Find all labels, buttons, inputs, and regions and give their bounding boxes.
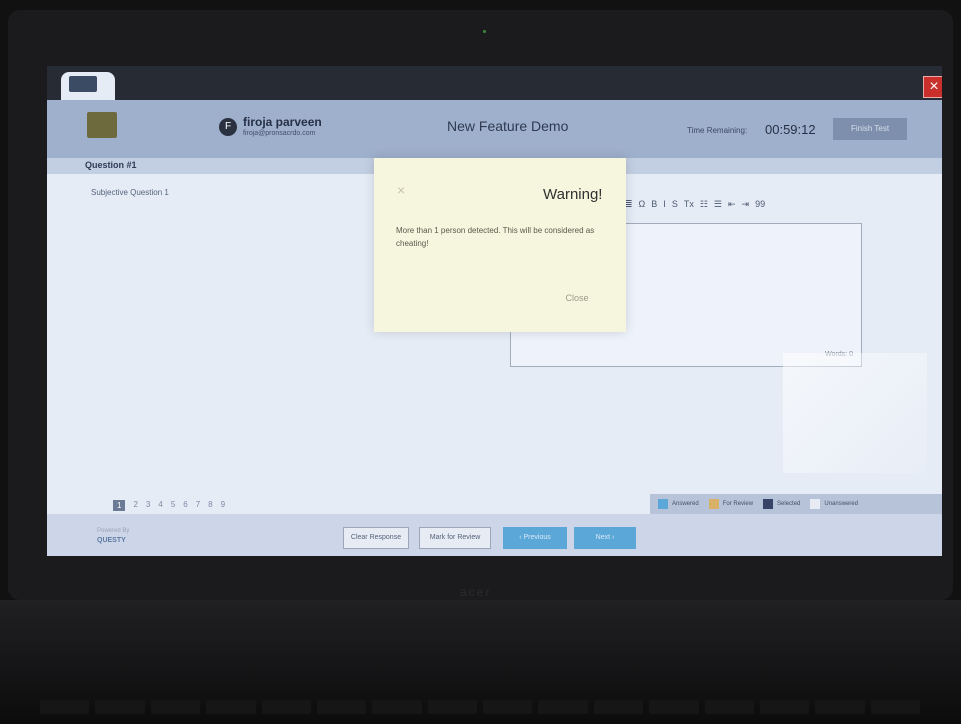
user-name: firoja parveen <box>243 115 322 129</box>
legend-swatch <box>810 499 821 509</box>
browser-tab[interactable] <box>61 72 115 100</box>
previous-button[interactable]: ‹ Previous <box>503 527 567 549</box>
question-navigation: 123456789 <box>113 500 225 511</box>
app-header: F firoja parveen firoja@pronsacrdo.com N… <box>47 100 942 158</box>
time-remaining-label: Time Remaining: <box>687 126 748 135</box>
editor-tool-icon[interactable]: ☷ <box>700 199 708 210</box>
question-nav-item[interactable]: 3 <box>146 500 150 511</box>
editor-tool-icon[interactable]: ⇥ <box>742 199 750 210</box>
question-nav-item[interactable]: 7 <box>196 500 200 511</box>
legend-label: For Review <box>722 501 754 507</box>
editor-tool-icon[interactable]: ☰ <box>714 199 722 210</box>
user-email: firoja@pronsacrdo.com <box>243 130 316 137</box>
editor-tool-icon[interactable]: ⇤ <box>728 199 736 210</box>
question-text: Subjective Question 1 <box>91 188 169 197</box>
editor-tool-icon[interactable]: B <box>651 199 657 209</box>
warning-modal: × Warning! More than 1 person detected. … <box>374 158 626 332</box>
page-title: New Feature Demo <box>447 118 569 134</box>
question-nav-item[interactable]: 2 <box>133 500 137 511</box>
modal-title: Warning! <box>543 186 603 203</box>
question-nav-item[interactable]: 9 <box>221 500 225 511</box>
footer-bar: Powered By QUESTY Clear Response Mark fo… <box>47 514 942 556</box>
modal-close-icon[interactable]: × <box>397 182 405 198</box>
question-nav-item[interactable]: 8 <box>208 500 212 511</box>
clear-response-button[interactable]: Clear Response <box>343 527 409 549</box>
editor-tool-icon[interactable]: I <box>663 199 666 209</box>
laptop-brand-logo: acer <box>460 585 492 599</box>
word-count: Words: 0 <box>825 351 853 358</box>
time-remaining-value: 00:59:12 <box>765 122 816 137</box>
status-legend: Answered For Review Selected Unanswered <box>650 494 942 514</box>
editor-tool-icon[interactable]: ≣ <box>625 199 633 210</box>
question-number: Question #1 <box>85 160 137 170</box>
window-close-icon[interactable]: × <box>923 76 942 98</box>
screen-glare <box>783 353 927 473</box>
legend-swatch <box>708 499 719 509</box>
question-nav-item[interactable]: 5 <box>171 500 175 511</box>
legend-swatch <box>763 499 774 509</box>
editor-toolbar: ≣ Ω B I S Tx ☷ ☰ ⇤ ⇥ 99 <box>625 196 855 212</box>
webcam-preview-icon <box>69 76 97 92</box>
question-nav-item[interactable]: 4 <box>158 500 162 511</box>
editor-tool-icon[interactable]: Tx <box>684 199 694 209</box>
mark-for-review-button[interactable]: Mark for Review <box>419 527 491 549</box>
brand-name: QUESTY <box>97 537 126 544</box>
legend-label: Selected <box>777 501 801 507</box>
browser-tab-bar: × <box>47 66 942 100</box>
modal-message: More than 1 person detected. This will b… <box>396 226 595 248</box>
finish-test-button[interactable]: Finish Test <box>833 118 907 140</box>
question-nav-item[interactable]: 6 <box>183 500 187 511</box>
webcam-indicator-icon <box>483 30 486 33</box>
company-logo <box>87 112 117 138</box>
editor-tool-icon[interactable]: Ω <box>639 199 646 209</box>
legend-label: Unanswered <box>824 501 859 507</box>
legend-swatch <box>658 499 668 509</box>
editor-tool-icon[interactable]: S <box>672 199 678 209</box>
legend-label: Answered <box>672 501 699 507</box>
question-nav-item[interactable]: 1 <box>113 500 126 511</box>
function-key-row <box>40 700 920 714</box>
user-avatar: F <box>219 118 237 136</box>
powered-by-label: Powered By <box>97 528 130 534</box>
modal-close-button[interactable]: Close <box>555 288 599 308</box>
laptop-screen: × F firoja parveen firoja@pronsacrdo.com… <box>47 66 942 556</box>
editor-tool-icon[interactable]: 99 <box>755 199 765 209</box>
next-button[interactable]: Next › <box>574 527 636 549</box>
